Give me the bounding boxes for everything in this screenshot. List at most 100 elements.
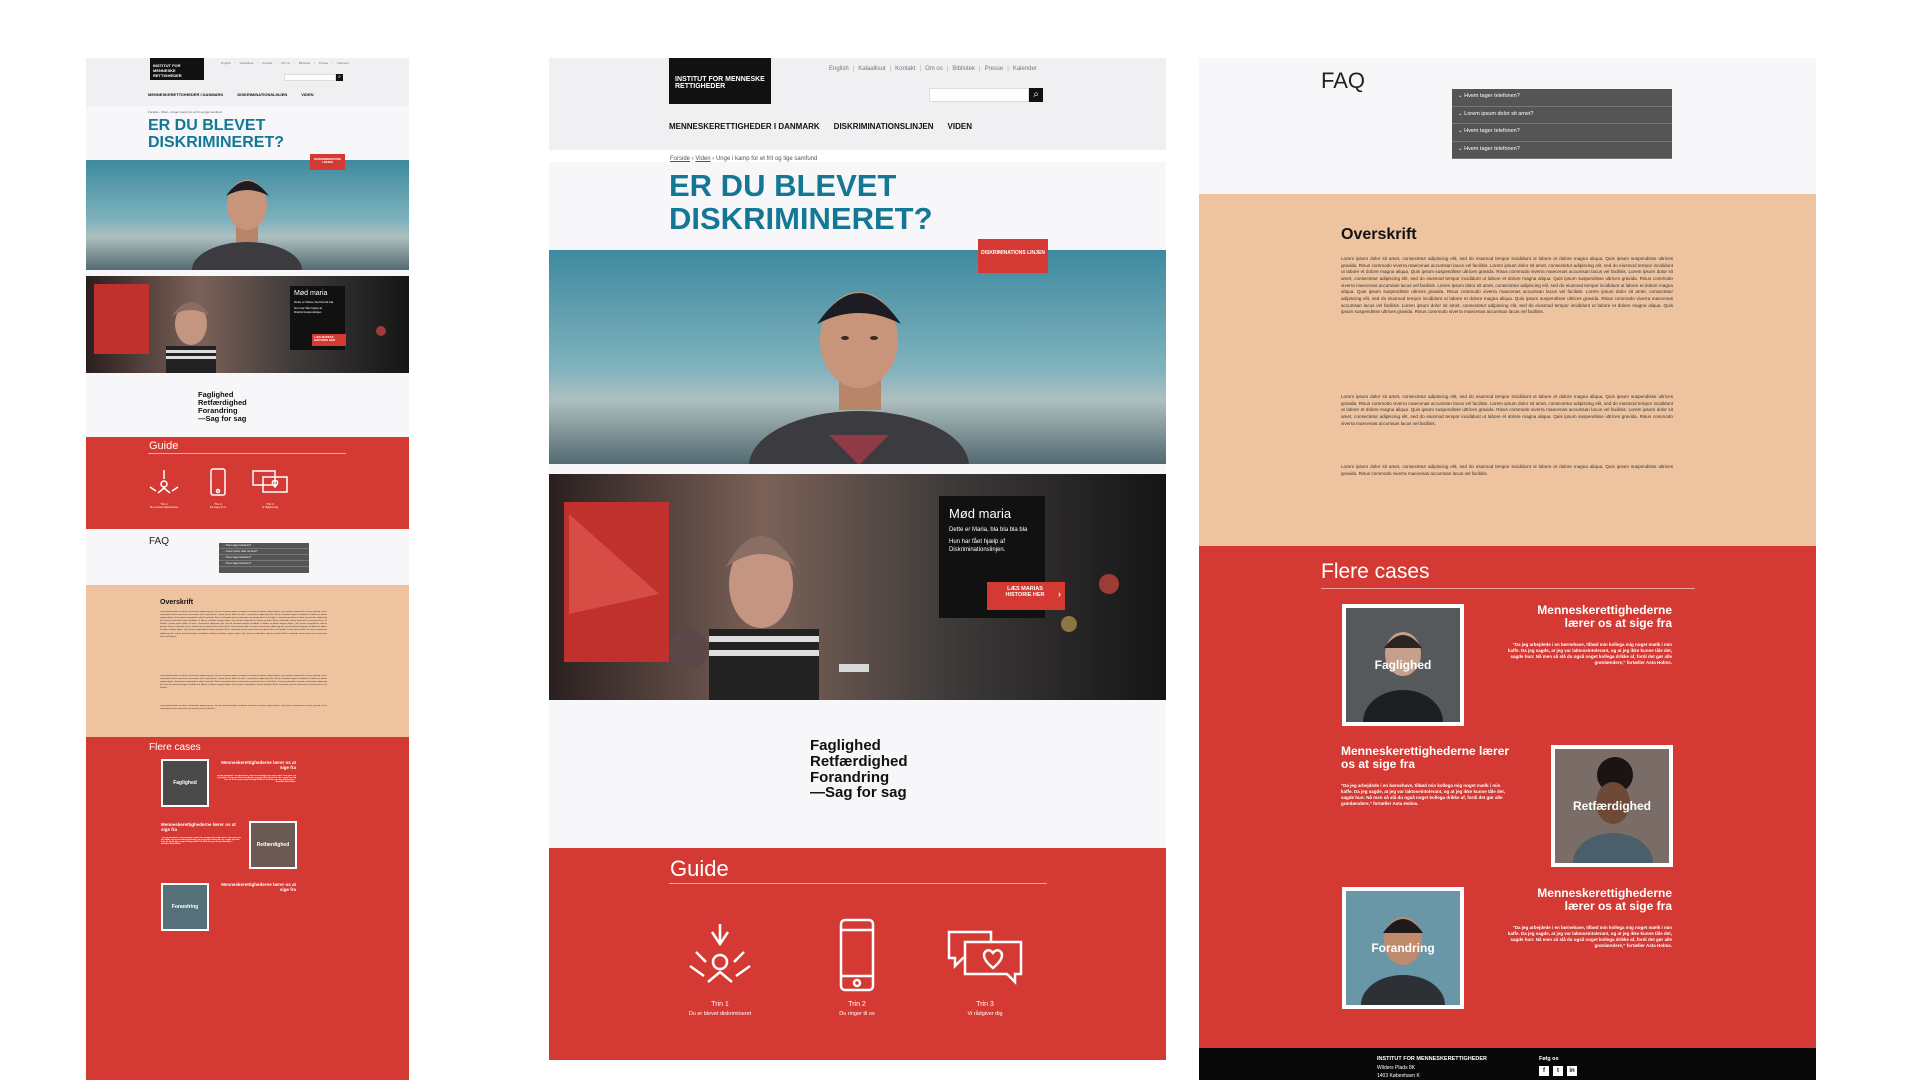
guide-step[interactable]: Trin 2 Du ringer til os [198, 467, 238, 509]
search-input[interactable] [929, 88, 1029, 102]
slogan-line: —Sag for sag [810, 784, 907, 802]
breadcrumb-link[interactable]: Viden [695, 156, 710, 162]
search-icon[interactable]: ⌕ [336, 74, 343, 81]
faq-item[interactable]: ⌄ Hvem tager telefonen? [1452, 124, 1672, 142]
top-nav-link[interactable]: Presse [975, 66, 1003, 72]
case-image[interactable]: Faglighed [161, 759, 209, 807]
faq-title: FAQ [149, 536, 170, 547]
main-nav-item[interactable]: DISKRIMINATIONSLINJEN [834, 122, 934, 131]
guide-step[interactable]: Trin 2 Du ringer til os [819, 918, 895, 1017]
site-footer: INSTITUT FOR MENNESKERETTIGHEDER Wilders… [1199, 1048, 1816, 1080]
case-image[interactable]: Retfærdighed [249, 821, 297, 869]
top-nav-link[interactable]: Om os [272, 61, 290, 65]
top-nav-link[interactable]: English [829, 66, 849, 72]
guide-step-sub: Du ringer til os [839, 1011, 875, 1017]
guide-rule [669, 883, 1047, 884]
main-nav-item[interactable]: DISKRIMINATIONSLINJEN [237, 92, 287, 97]
main-nav-item[interactable]: VIDEN [301, 92, 313, 97]
discrimination-line-badge[interactable]: DISKRIMINATIONS LINJEN [978, 239, 1048, 273]
case-caption: Retfærdighed [256, 842, 290, 849]
top-nav-link[interactable]: Kalaallisut [231, 61, 253, 65]
hands-helping-icon [149, 470, 179, 494]
guide-step[interactable]: Trin 1 Du er blevet diskrimineret [682, 918, 758, 1017]
breadcrumb: Forside › Viden › Unge i kamp for et fri… [670, 156, 818, 162]
read-maria-story-button[interactable]: LÆS MARIAS HISTORIE HER › [987, 582, 1065, 610]
faq-title: FAQ [1321, 68, 1366, 93]
top-nav-link[interactable]: Kalaallisut [849, 66, 886, 72]
hands-helping-icon [689, 924, 751, 983]
faq-item[interactable]: ⌄ Hvem tager telefonen? [1452, 142, 1672, 159]
facebook-icon[interactable]: f [1539, 1066, 1549, 1076]
breadcrumb-link[interactable]: Forside [670, 156, 690, 162]
case-heading: Menneskerettighederne lærer os at sige f… [221, 760, 296, 770]
site-header: INSTITUT FOR MENNESKE RETTIGHEDER Englis… [549, 58, 1166, 150]
top-nav-link[interactable]: Bibliotek [943, 66, 975, 72]
top-nav-link[interactable]: Kontakt [253, 61, 272, 65]
case-heading: Menneskerettighederne lærer os at sige f… [1537, 603, 1672, 630]
case-heading: Menneskerettighederne lærer os at sige f… [1537, 886, 1672, 913]
case-image[interactable]: Forandring [161, 883, 209, 931]
search-icon[interactable]: ⌕ [1029, 88, 1043, 102]
case-image[interactable]: Faglighed [1342, 604, 1464, 726]
top-nav-link[interactable]: English [221, 61, 231, 65]
slogan-line: Faglighed [810, 737, 881, 754]
guide-step-label: Trin 1 [711, 1001, 729, 1008]
case-image[interactable]: Forandring [1342, 887, 1464, 1009]
cases-title: Flere cases [1321, 560, 1430, 583]
phone-icon [839, 918, 875, 992]
chat-heart-icon [947, 930, 1023, 986]
main-nav-item[interactable]: MENNESKERETTIGHEDER I DANMARK [669, 122, 820, 131]
cases-rule [1321, 588, 1695, 589]
case-heading: Menneskerettighederne lærer os at sige f… [221, 882, 296, 892]
page-preview-top: INSTITUT FOR MENNESKE RETTIGHEDER Englis… [549, 58, 1166, 1060]
guide-step[interactable]: Trin 3 Vi rådgiver dig [947, 918, 1023, 1017]
main-nav-item[interactable]: VIDEN [948, 122, 972, 131]
site-logo[interactable]: INSTITUT FOR MENNESKE RETTIGHEDER [669, 58, 771, 104]
read-maria-story-button[interactable]: LÆS MARIAS HISTORIE HER [312, 334, 346, 346]
search-input[interactable] [284, 74, 336, 81]
case-image[interactable]: Retfærdighed [1551, 745, 1673, 867]
footer-follow: Følg os [1539, 1056, 1559, 1062]
maria-text: Hun har fået hjælp af Diskriminationslin… [949, 538, 1006, 553]
chevron-down-icon: ⌄ [1458, 110, 1463, 117]
faq-question: Hvem tager telefonen? [225, 556, 252, 559]
top-nav: EnglishKalaallisutKontaktOm osBibliotekP… [221, 61, 349, 65]
slogan-line: Retfærdighed [810, 752, 908, 770]
top-nav-link[interactable]: Bibliotek [290, 61, 310, 65]
top-nav-link[interactable]: Kontakt [886, 66, 916, 72]
cases-section: Flere cases Faglighed Menneskerettighede… [1199, 546, 1816, 1048]
case-quote: "Da jeg arbejdede i en børnehave, tilbød… [1341, 783, 1506, 807]
hero-photo [549, 250, 1166, 464]
twitter-icon[interactable]: t [1553, 1066, 1563, 1076]
site-logo[interactable]: INSTITUT FOR MENNESKE RETTIGHEDER [150, 58, 204, 80]
top-nav-link[interactable]: Presse [310, 61, 328, 65]
footer-org: INSTITUT FOR MENNESKERETTIGHEDER [1377, 1056, 1488, 1062]
guide-step[interactable]: Trin 1 Du er blevet diskrimineret [144, 467, 184, 509]
faq-accordion: ⌄ Hvem tager telefonen? ⌄ Lorem ipsum do… [219, 543, 309, 573]
case-quote: "Da jeg arbejdede i en børnehave, tilbød… [161, 837, 241, 845]
guide-step[interactable]: Trin 3 Vi rådgiver dig [250, 467, 290, 509]
faq-item[interactable]: ⌄ Hvem tager telefonen? [1452, 89, 1672, 107]
faq-item[interactable]: ⌄ Lorem ipsum dolor sit amet? [1452, 107, 1672, 124]
top-nav-link[interactable]: Kalender [1003, 66, 1037, 72]
top-nav-link[interactable]: Om os [916, 66, 943, 72]
faq-question: Hvem tager telefonen? [225, 544, 252, 547]
breadcrumb-link[interactable]: Viden [161, 110, 169, 114]
faq-item[interactable]: ⌄ Hvem tager telefonen? [219, 561, 309, 567]
main-nav-item[interactable]: MENNESKERETTIGHEDER I DANMARK [148, 92, 223, 97]
discrimination-line-badge[interactable]: DISKRIMINATIONS LINJEN [310, 154, 345, 170]
main-nav: MENNESKERETTIGHEDER I DANMARK DISKRIMINAT… [148, 92, 328, 97]
maria-photo [549, 474, 1166, 700]
linkedin-icon[interactable]: in [1567, 1066, 1577, 1076]
breadcrumb: Forside › Viden › Unge i kamp for et fri… [148, 110, 222, 114]
guide-step-sub: Du ringer til os [209, 506, 227, 509]
faq-question: Hvem tager telefonen? [1464, 128, 1520, 134]
maria-photo-art [86, 276, 409, 373]
faq-accordion: ⌄ Hvem tager telefonen? ⌄ Lorem ipsum do… [1452, 89, 1672, 159]
top-nav-link[interactable]: Kalender [328, 61, 349, 65]
breadcrumb-current: Unge i kamp for et frit og lige samfund [715, 156, 818, 162]
header-gap [549, 150, 1166, 162]
breadcrumb-link[interactable]: Forside [148, 110, 158, 114]
social-links: f t in [1539, 1066, 1581, 1076]
page-title-line: DISKRIMINERET? [148, 133, 284, 151]
